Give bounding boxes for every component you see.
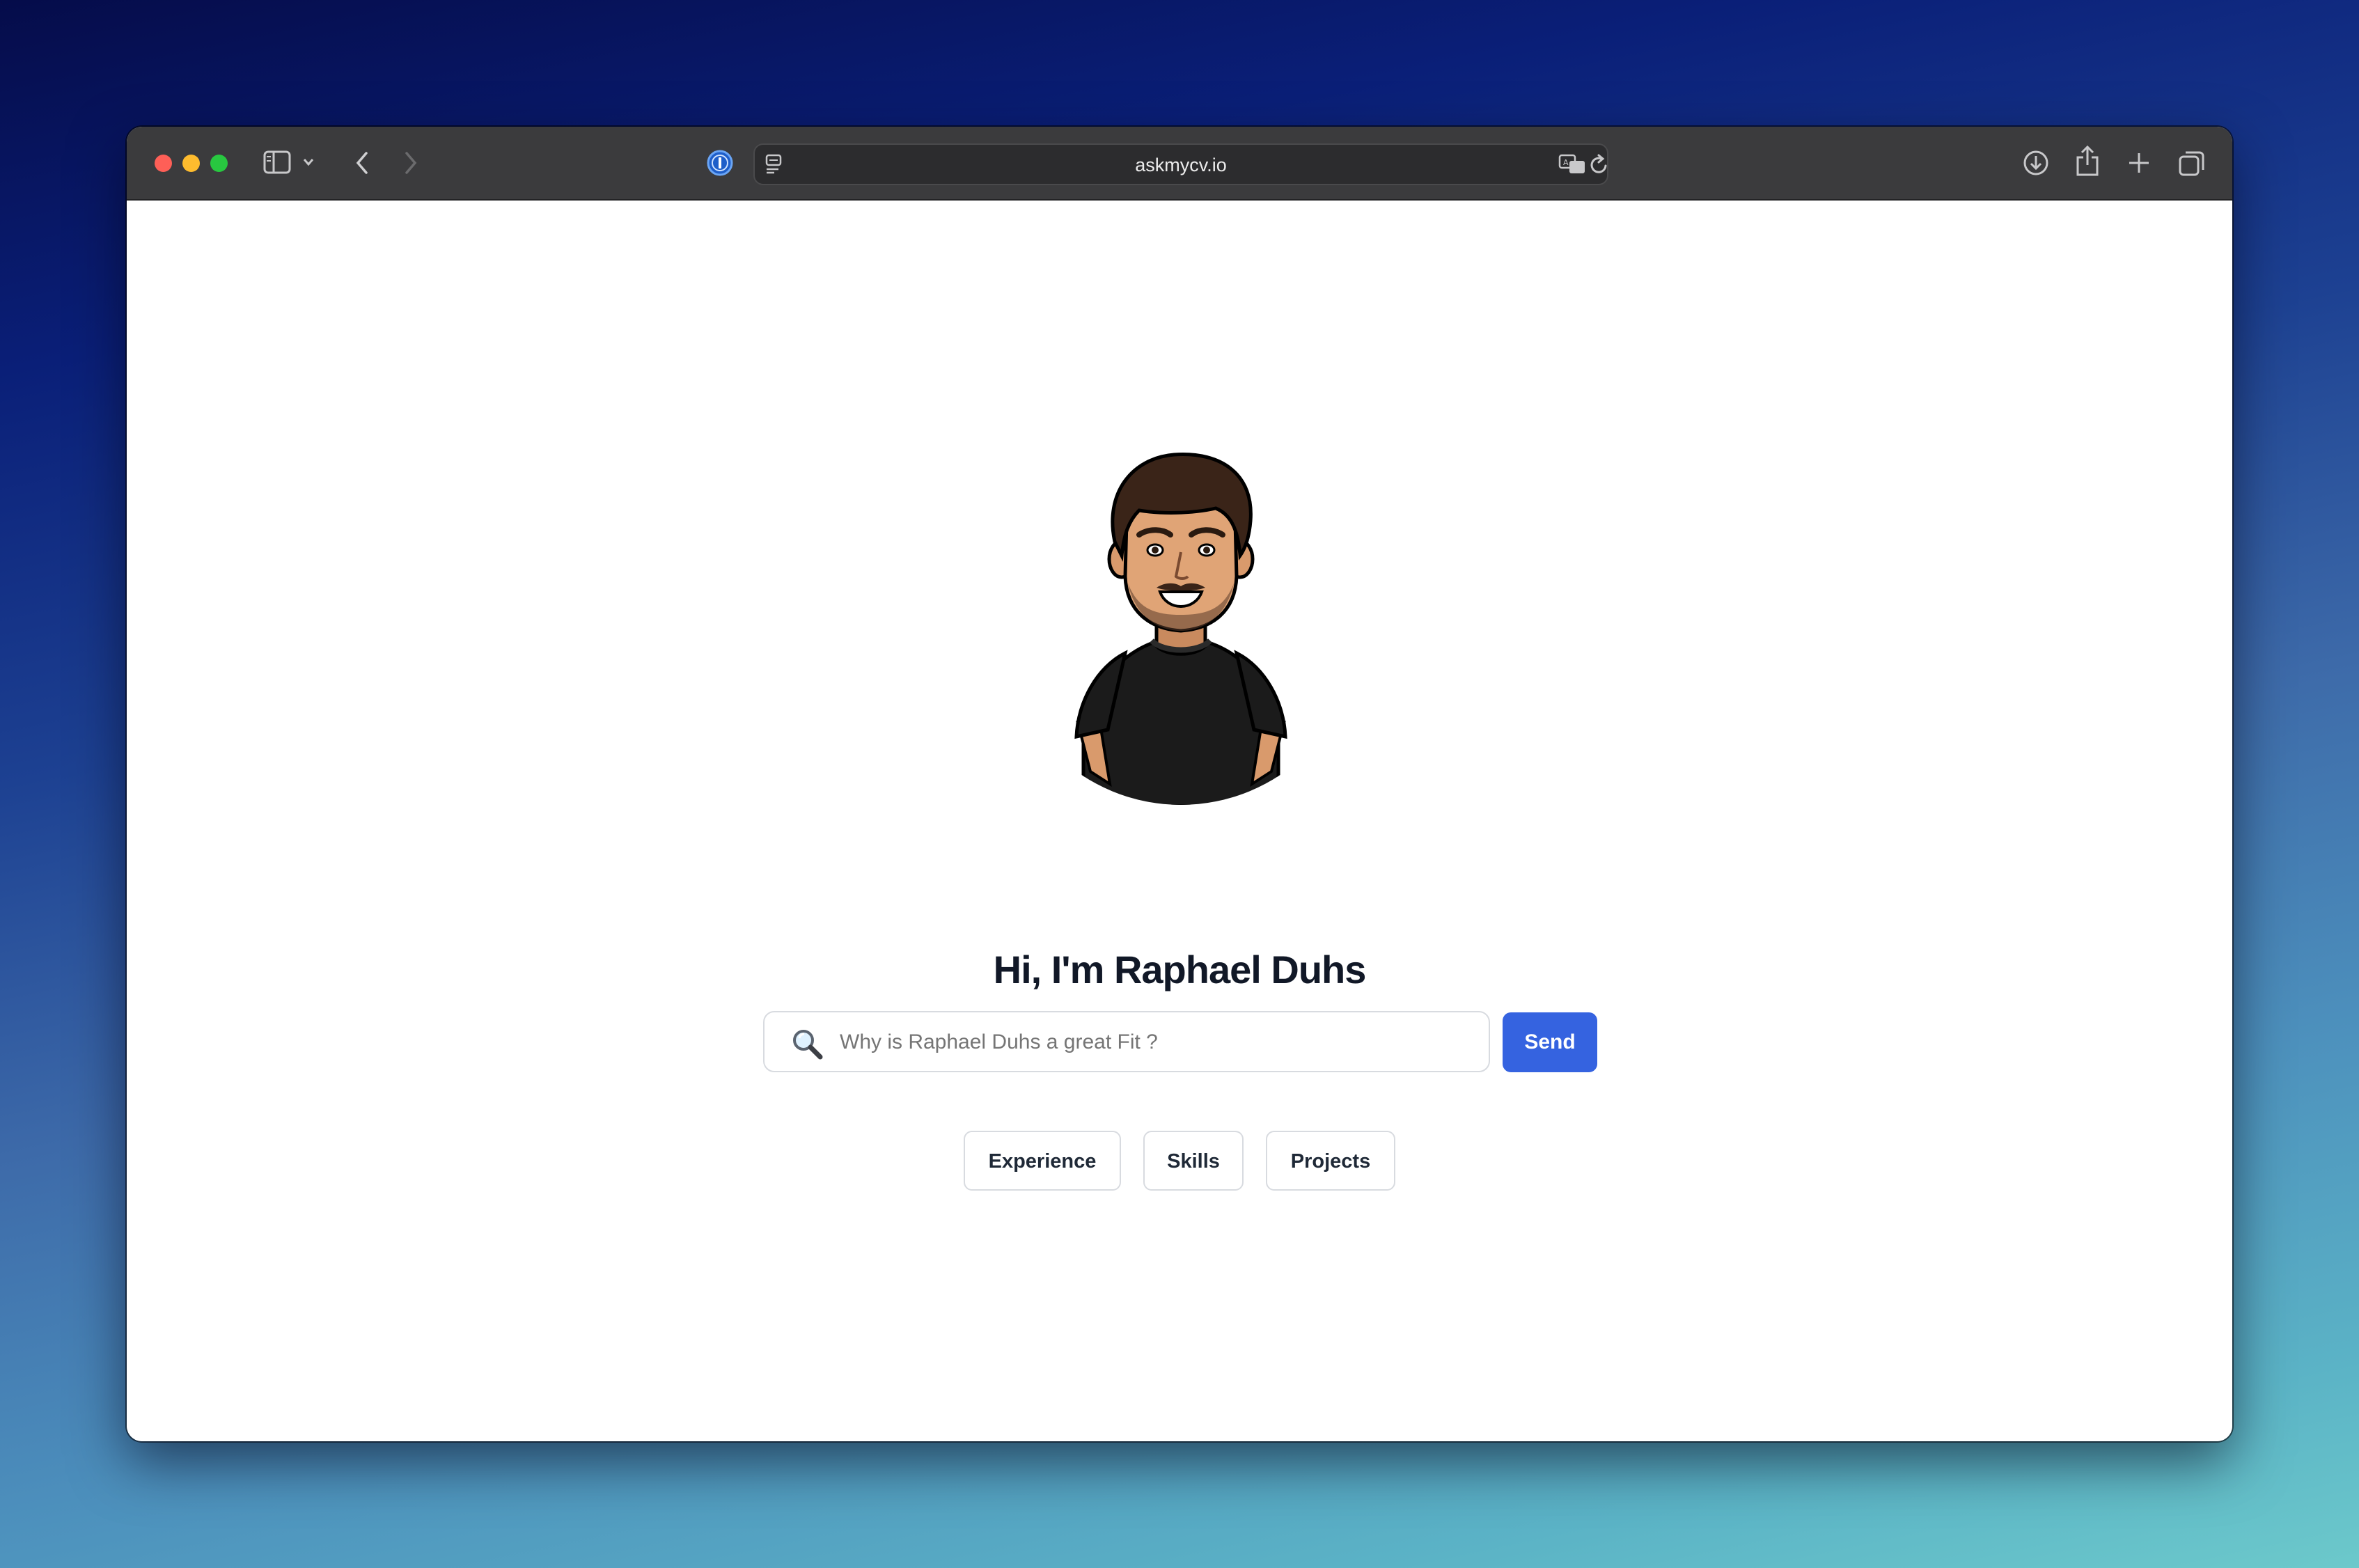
address-bar[interactable]: askmycv.io A — [753, 143, 1608, 185]
browser-toolbar: askmycv.io A — [127, 127, 2232, 201]
reload-icon[interactable] — [1589, 153, 1610, 175]
send-button[interactable]: Send — [1503, 1012, 1597, 1072]
search-input[interactable] — [838, 1012, 1468, 1072]
minimize-window-button[interactable] — [182, 155, 200, 172]
page-title: Hi, I'm Raphael Duhs — [993, 948, 1367, 991]
chevron-down-icon[interactable] — [302, 157, 315, 167]
new-tab-icon[interactable] — [2126, 150, 2152, 175]
forward-icon[interactable] — [402, 150, 419, 175]
url-text: askmycv.io — [1135, 155, 1227, 175]
browser-window: askmycv.io A Hi, I'm Raphael Duhs Why is… — [127, 127, 2232, 1441]
maximize-window-button[interactable] — [210, 155, 228, 172]
download-icon[interactable] — [2022, 149, 2050, 177]
avatar — [1042, 444, 1320, 806]
translate-icon[interactable]: A — [1558, 153, 1588, 175]
back-icon[interactable] — [354, 150, 370, 175]
search-box[interactable] — [763, 1011, 1490, 1072]
tabs-overview-icon[interactable] — [2178, 149, 2206, 177]
projects-chip[interactable]: Projects — [1266, 1131, 1395, 1191]
password-manager-icon[interactable] — [706, 149, 734, 177]
experience-chip[interactable]: Experience — [964, 1131, 1121, 1191]
search-icon — [790, 1026, 824, 1065]
share-icon[interactable] — [2075, 145, 2100, 177]
close-window-button[interactable] — [155, 155, 172, 172]
sidebar-icon[interactable] — [263, 150, 291, 174]
svg-text:A: A — [1563, 158, 1569, 167]
skills-chip[interactable]: Skills — [1143, 1131, 1244, 1191]
page-content: Hi, I'm Raphael Duhs Send Experience Ski… — [127, 201, 2232, 1441]
